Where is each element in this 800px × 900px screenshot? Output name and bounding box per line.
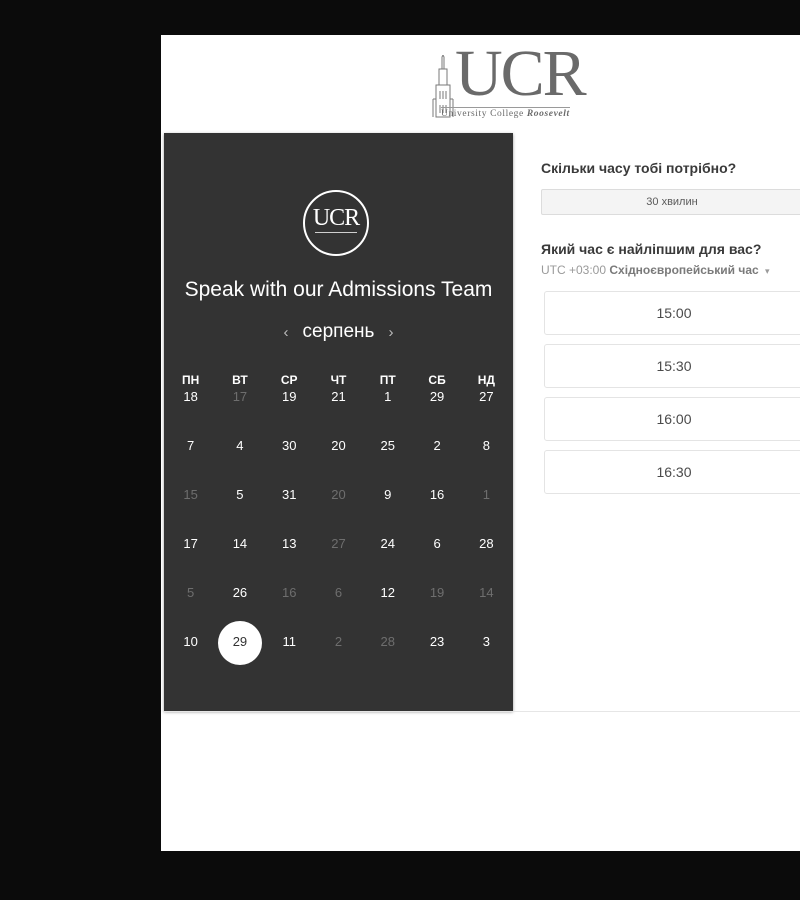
booking-options: Скільки часу тобі потрібно? 30 хвилин Як…: [541, 160, 800, 503]
calendar-grid: ПН ВТ СР ЧТ ПТ СБ НД 18 17 19 21 1 29 27 7 4 30 20…: [166, 371, 511, 683]
calendar-day[interactable]: 4: [215, 438, 264, 487]
calendar-day: 15: [183, 487, 198, 502]
calendar-day[interactable]: 29: [412, 389, 461, 438]
chevron-right-icon[interactable]: ›: [388, 324, 393, 341]
timezone-offset: UTC +03:00: [541, 263, 607, 277]
weekday-mon: ПН: [181, 373, 200, 387]
event-title: Speak with our Admissions Team: [184, 278, 493, 301]
calendar-day[interactable]: 25: [363, 438, 412, 487]
calendar-day: 6: [334, 585, 343, 600]
calendar-day: 1: [482, 487, 490, 502]
calendar-day[interactable]: 7: [166, 438, 215, 487]
calendar-day[interactable]: 31: [265, 487, 314, 536]
calendar-day: 16: [281, 585, 297, 600]
calendar-day: 19: [429, 585, 445, 600]
time-slot[interactable]: 15:30: [544, 344, 800, 388]
calendar-day[interactable]: 9: [363, 487, 412, 536]
badge-letters: UCR: [312, 205, 360, 231]
weekday-thu: ЧТ: [330, 373, 347, 387]
calendar-day[interactable]: 16: [412, 487, 461, 536]
calendar-day: 5: [187, 585, 195, 600]
calendar-day[interactable]: 11: [265, 634, 314, 683]
calendar-week: 18 17 19 21 1 29 27: [166, 389, 511, 438]
calendar-day-label: 29: [232, 634, 248, 649]
calendar-day[interactable]: 27: [462, 389, 511, 438]
calendar-day[interactable]: 5: [215, 487, 264, 536]
calendar-day[interactable]: 23: [412, 634, 461, 683]
time-question: Який час є найліпшим для вас?: [541, 241, 762, 257]
calendar-day[interactable]: 10: [166, 634, 215, 683]
weekday-sun: НД: [477, 373, 495, 387]
time-slot[interactable]: 16:30: [544, 450, 800, 494]
calendar-day[interactable]: 13: [265, 536, 314, 585]
weekday-sat: СБ: [428, 373, 446, 387]
calendar-week: 7 4 30 20 25 2 8: [166, 438, 511, 487]
duration-question: Скільки часу тобі потрібно?: [541, 160, 737, 176]
time-slot[interactable]: 15:00: [544, 291, 800, 335]
chevron-left-icon[interactable]: ‹: [284, 324, 289, 341]
calendar-day[interactable]: 3: [462, 634, 511, 683]
calendar-day[interactable]: 6: [412, 536, 461, 585]
timezone-selector[interactable]: UTC +03:00 Східноєвропейський час ▾: [541, 263, 800, 277]
ucr-logo-icon: UCR University College Roosevelt: [431, 41, 601, 121]
calendar-day[interactable]: 14: [215, 536, 264, 585]
calendar-day[interactable]: 21: [314, 389, 363, 438]
calendar-week: 17 14 13 27 24 6 28: [166, 536, 511, 585]
event-panel: UCR Speak with our Admissions Team ‹ сер…: [164, 133, 513, 711]
calendar-day[interactable]: 28: [462, 536, 511, 585]
weekday-tue: ВТ: [232, 373, 248, 387]
calendar-day[interactable]: 8: [462, 438, 511, 487]
logo-subtitle: University College Roosevelt: [441, 107, 570, 119]
weekday-header: ПН ВТ СР ЧТ ПТ СБ НД: [166, 371, 511, 389]
ucr-badge-icon: UCR: [303, 190, 369, 256]
calendar-day[interactable]: 20: [314, 438, 363, 487]
month-navigation: ‹ серпень ›: [164, 321, 513, 343]
calendar-body: 18 17 19 21 1 29 27 7 4 30 20 25 2 8 15 5 31 20 9 16 1 17 14 13…: [166, 389, 511, 683]
calendar-day-selected[interactable]: 29: [215, 621, 264, 683]
calendar-day[interactable]: 1: [363, 389, 412, 438]
caret-down-icon: ▾: [765, 266, 770, 276]
calendar-day[interactable]: 2: [412, 438, 461, 487]
section-divider: [164, 711, 800, 712]
calendar-day[interactable]: 12: [363, 585, 412, 634]
calendar-day: 28: [380, 634, 396, 649]
calendar-week: 15 5 31 20 9 16 1: [166, 487, 511, 536]
weekday-fri: ПТ: [379, 373, 396, 387]
time-slot[interactable]: 16:00: [544, 397, 800, 441]
logo-subtitle-text: University College: [441, 109, 524, 119]
calendar-day[interactable]: 30: [265, 438, 314, 487]
calendar-day: 14: [479, 585, 494, 600]
badge-rule: [315, 232, 357, 233]
logo-subtitle-script: Roosevelt: [526, 109, 570, 119]
calendar-day[interactable]: 18: [166, 389, 215, 438]
calendar-day: 17: [232, 389, 248, 404]
calendar-day: 2: [334, 634, 343, 649]
calendar-week: 10 29 11 2 28 23 3: [166, 621, 511, 683]
calendar-day: 20: [331, 487, 346, 502]
calendar-day[interactable]: 24: [363, 536, 412, 585]
weekday-wed: СР: [280, 373, 298, 387]
calendar-day: 27: [331, 536, 346, 551]
calendar-week: 5 26 16 6 12 19 14: [166, 585, 511, 634]
calendar-day[interactable]: 19: [265, 389, 314, 438]
month-label: серпень: [302, 321, 375, 342]
duration-option[interactable]: 30 хвилин: [541, 189, 800, 215]
calendar-day[interactable]: 17: [166, 536, 215, 585]
logo-letters: UCR: [455, 37, 587, 110]
time-slots: 15:00 15:30 16:00 16:30: [541, 291, 800, 494]
timezone-name: Східноєвропейський час: [609, 263, 759, 277]
